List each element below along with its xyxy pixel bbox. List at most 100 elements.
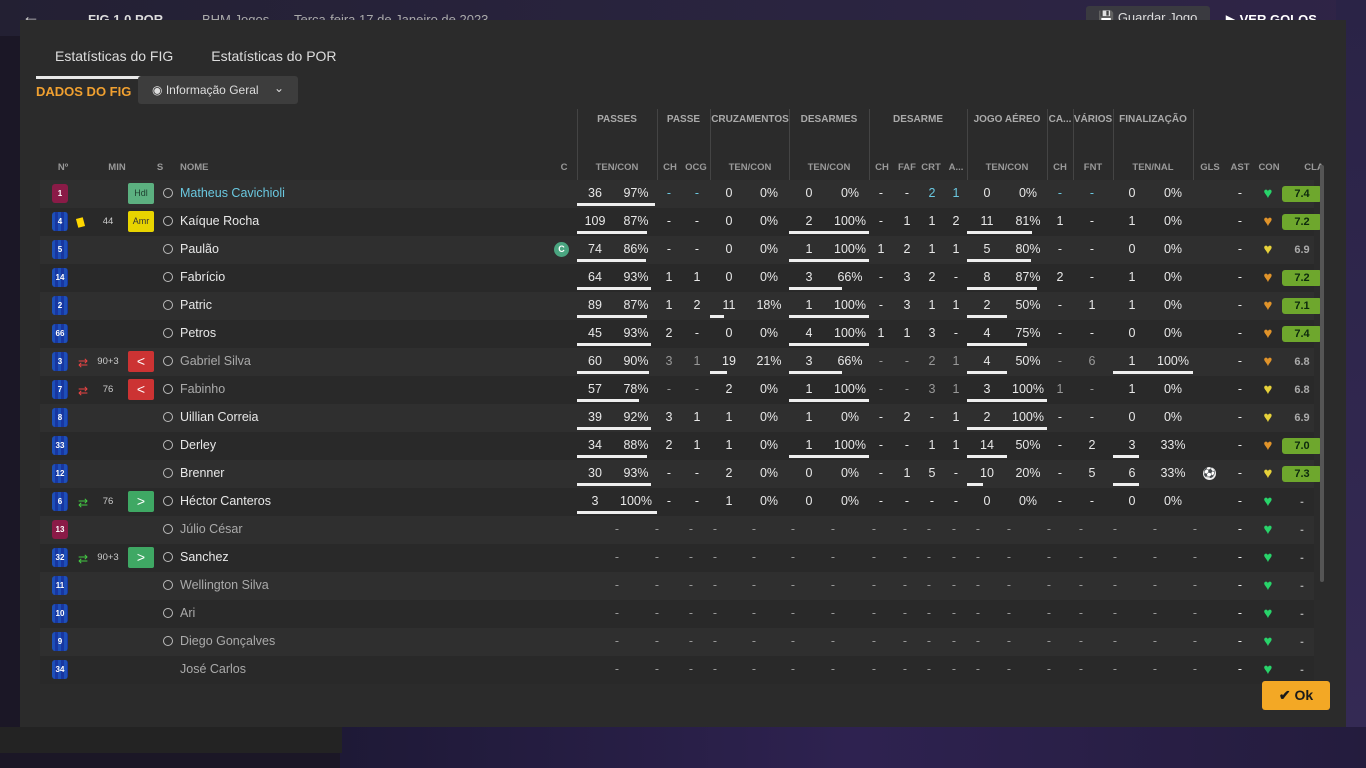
column-header-desarmes[interactable]: TEN/CON xyxy=(789,162,869,173)
shirt-number: 1 xyxy=(52,184,68,203)
player-name[interactable]: Héctor Canteros xyxy=(180,494,271,508)
player-name[interactable]: Ari xyxy=(180,606,195,620)
tab-fig-stats[interactable]: Estatísticas do FIG xyxy=(36,46,193,79)
player-name[interactable]: Fabinho xyxy=(180,382,225,396)
column-header-aereo[interactable]: TEN/CON xyxy=(967,162,1047,173)
stat-ae_p: 87% xyxy=(1015,270,1041,284)
table-row[interactable]: 6 ⇄ 76 > Héctor Canteros 3 100% - -1 0% 0 0% - - - -0 0%… xyxy=(40,488,1314,516)
column-header-ch3[interactable]: CH xyxy=(1050,162,1070,173)
table-row[interactable]: 5 Paulão C 74 86% - - 0 0% 1 100% 1 2 1 1 5 80% - - 0 0% - ♥ 6.… xyxy=(40,236,1314,264)
column-header-con[interactable]: CON xyxy=(1254,162,1284,173)
player-name[interactable]: Júlio César xyxy=(180,522,243,536)
column-header-faf[interactable]: FAF xyxy=(896,162,918,173)
table-row[interactable]: 3 ⇄ 90+3 < Gabriel Silva 60 90% 3 1 19 21% 3 66% - - 2 1… xyxy=(40,348,1314,376)
minute-label: 90+3 xyxy=(97,552,119,563)
table-row[interactable]: 9 Diego Gonçalves - - - - - - - - - - - - - - - - - - - ♥ - xyxy=(40,628,1314,656)
stat-fi_t: 1 xyxy=(1128,270,1136,284)
column-header-cla[interactable]: CLA xyxy=(1294,162,1334,173)
column-header-s[interactable]: S xyxy=(150,162,170,173)
stat-bar-fi_f xyxy=(1113,483,1139,486)
column-header-cruz[interactable]: TEN/CON xyxy=(710,162,790,173)
shirt-number: 8 xyxy=(52,408,68,427)
empty-value: - xyxy=(1006,522,1012,536)
player-name[interactable]: Uillian Correia xyxy=(180,410,259,424)
stat-ast: - xyxy=(1237,186,1243,200)
player-name[interactable]: Paulão xyxy=(180,242,219,256)
player-name[interactable]: Kaíque Rocha xyxy=(180,214,259,228)
column-header-min[interactable]: MIN xyxy=(100,162,134,173)
player-name[interactable]: José Carlos xyxy=(180,662,246,676)
table-row[interactable]: 32 ⇄ 90+3 > Sanchez - - - - - - - - - - - - - - - - - - - ♥ - xyxy=(40,544,1314,572)
table-row[interactable]: 2 Patric 89 87% 1 2 11 18% 1 100% -3 1 1 2 50% -1 1 0% - ♥ 7… xyxy=(40,292,1322,320)
stat-ch1: 1 xyxy=(665,298,673,312)
column-header-ast[interactable]: AST xyxy=(1228,162,1252,173)
stat-ch3: - xyxy=(1057,186,1063,200)
rating-value: 7.2 xyxy=(1282,270,1322,286)
column-header-c[interactable]: C xyxy=(554,162,574,173)
column-header-fnt[interactable]: FNT xyxy=(1073,162,1113,173)
table-row[interactable]: 13 Júlio César - - - - - - - - - - - - - - - - - - - ♥ - xyxy=(40,516,1314,544)
player-name[interactable]: Derley xyxy=(180,438,216,452)
column-header-ch2[interactable]: CH xyxy=(872,162,892,173)
column-header-fin[interactable]: TEN/NAL xyxy=(1113,162,1193,173)
background-bottom xyxy=(340,727,1366,768)
table-row[interactable]: 7 ⇄ 76 < Fabinho 57 78% - -2 0% 1 100% - -3 1 3 100% 1-1 0… xyxy=(40,376,1314,404)
player-name[interactable]: Matheus Cavichioli xyxy=(180,186,285,200)
stat-bar-cr_f xyxy=(710,315,724,318)
table-row[interactable]: 4 44 Amr Kaíque Rocha 109 87% - -0 0% 2 100% -1 1 2 11… xyxy=(40,208,1322,236)
table-row[interactable]: 66 Petros 45 93% 2 - 0 0% 4 100% 1 1 3 - 4 75% - - 0 0% - ♥ 7.… xyxy=(40,320,1322,348)
empty-value: - xyxy=(614,662,620,676)
column-header-name[interactable]: NOME xyxy=(180,162,240,173)
column-header-passes[interactable]: TEN/CON xyxy=(577,162,657,173)
table-row[interactable]: 11 Wellington Silva - - - - - - - - - - - - - - - - - - - ♥ - xyxy=(40,572,1314,600)
table-row[interactable]: 33 Derley 34 88% 2 1 1 0% 1 100% - -1 1 14 50% -2 3 33% - ♥… xyxy=(40,432,1322,460)
stat-cr_p: 0% xyxy=(759,438,779,452)
column-header-num[interactable]: Nº xyxy=(48,162,78,173)
tab-por-stats[interactable]: Estatísticas do POR xyxy=(192,46,355,79)
stat-bar-ae_f xyxy=(967,259,1031,262)
stat-cr_t: 0 xyxy=(725,326,733,340)
ok-button[interactable]: ✔ Ok xyxy=(1262,681,1330,710)
group-header: CA... xyxy=(1048,114,1072,125)
player-name[interactable]: Brenner xyxy=(180,466,224,480)
player-name[interactable]: Patric xyxy=(180,298,212,312)
stat-ocg: 2 xyxy=(693,298,701,312)
person-icon xyxy=(163,468,173,478)
empty-value: - xyxy=(1152,522,1158,536)
table-row[interactable]: 14 Fabrício 64 93% 1 1 0 0% 3 66% - 3 2 - 8 87% 2 - 1 0% - ♥ 7… xyxy=(40,264,1322,292)
stat-pass_p: 90% xyxy=(623,354,649,368)
stat-crt: 1 xyxy=(928,298,936,312)
stat-cr_t: 0 xyxy=(725,186,733,200)
table-row[interactable]: 8 Uillian Correia 39 92% 3 1 1 0% 1 0% -2-1 2 100% - -… xyxy=(40,404,1314,432)
table-row[interactable]: 1 Hdl Matheus Cavichioli 36 97% - - 0 0% 0 0% - - 2 1 0… xyxy=(40,180,1322,208)
captain-icon: C xyxy=(554,242,569,257)
stat-de_p: 66% xyxy=(837,354,863,368)
scrollbar[interactable] xyxy=(1320,165,1324,582)
stat-pass_p: 88% xyxy=(623,438,649,452)
shirt-number: 32 xyxy=(52,548,68,567)
player-name[interactable]: Diego Gonçalves xyxy=(180,634,275,648)
person-icon xyxy=(163,580,173,590)
column-header-crt[interactable]: CRT xyxy=(920,162,942,173)
stat-bar-de_f xyxy=(789,259,869,262)
table-row[interactable]: 10 Ari - - - - - - - - - - - - - - - - - - - ♥ - xyxy=(40,600,1314,628)
player-name[interactable]: Petros xyxy=(180,326,216,340)
stat-de_p: 0% xyxy=(840,466,860,480)
person-icon xyxy=(163,524,173,534)
column-header-gls[interactable]: GLS xyxy=(1197,162,1223,173)
player-name[interactable]: Gabriel Silva xyxy=(180,354,251,368)
column-header-a[interactable]: A... xyxy=(945,162,967,173)
player-name[interactable]: Fabrício xyxy=(180,270,225,284)
table-row[interactable]: 34 José Carlos - - - - - - - - - - - - - - - - - - - ♥ - xyxy=(40,656,1314,684)
stat-pass_p: 86% xyxy=(623,242,649,256)
column-header-ocg[interactable]: OCG xyxy=(683,162,709,173)
empty-value: - xyxy=(1152,634,1158,648)
player-name[interactable]: Wellington Silva xyxy=(180,578,269,592)
stat-fi_t: 1 xyxy=(1128,382,1136,396)
column-header-ch1[interactable]: CH xyxy=(660,162,680,173)
view-dropdown[interactable]: ◉ Informação Geral ⌄ xyxy=(138,76,298,104)
table-row[interactable]: 12 Brenner 30 93% - -2 0% 0 0% -1 5-10 20% -5 6 33% - ⚽ ♥… xyxy=(40,460,1322,488)
stat-bar-ae_f xyxy=(967,287,1037,290)
stat-cr_t: 0 xyxy=(725,214,733,228)
player-name[interactable]: Sanchez xyxy=(180,550,229,564)
